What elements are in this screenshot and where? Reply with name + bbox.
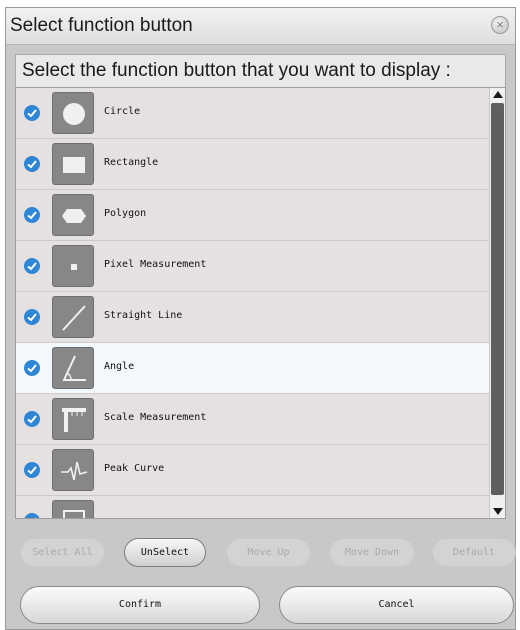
list-item[interactable]: Straight Line [16,292,490,343]
checkmark-icon[interactable] [24,207,40,223]
scroll-up-arrow-icon[interactable] [490,88,505,102]
checkmark-icon[interactable] [24,309,40,325]
checkmark-icon[interactable] [24,462,40,478]
list-item-label: Pixel Measurement [104,259,207,270]
list-item[interactable]: Rectangle [16,139,490,190]
checkmark-icon[interactable] [24,105,40,121]
scroll-down-arrow-icon[interactable] [490,504,505,518]
cancel-button[interactable]: Cancel [279,586,514,624]
list-item-label: Peak Curve [104,463,165,474]
peak-curve-icon [52,449,94,491]
list-item-label: Scale Measurement [104,412,207,423]
list-item[interactable]: Peak Curve [16,445,490,496]
move-down-button[interactable]: Move Down [329,538,415,567]
list-item[interactable]: Scale Measurement [16,394,490,445]
select-function-dialog: Select function button × Select the func… [5,7,516,630]
list-item-label: Angle [104,361,135,372]
title-bar: Select function button × [6,8,515,45]
partial-item-icon [52,500,94,518]
list-item[interactable] [16,496,490,518]
dialog-title: Select function button [10,15,193,36]
function-rows: Circle Rectangle Polygon Pixel Measurement S… [16,88,490,518]
prompt-text: Select the function button that you want… [22,60,451,81]
list-item[interactable]: Circle [16,88,490,139]
list-scrollbar[interactable] [489,88,505,518]
list-item-label: Straight Line [104,310,183,321]
move-up-button[interactable]: Move Up [226,538,311,567]
angle-icon [52,347,94,389]
list-item[interactable]: Angle [16,343,490,394]
scrollbar-thumb[interactable] [491,103,504,495]
prompt-bar: Select the function button that you want… [15,54,506,88]
close-icon[interactable]: × [491,16,509,34]
function-list[interactable]: Circle Rectangle Polygon Pixel Measurement S… [15,87,506,519]
checkmark-icon[interactable] [24,360,40,376]
list-item-label: Circle [104,106,141,117]
checkmark-icon[interactable] [24,156,40,172]
pixel-measurement-icon [52,245,94,287]
circle-icon [52,92,94,134]
list-item[interactable]: Polygon [16,190,490,241]
straight-line-icon [52,296,94,338]
list-item[interactable]: Pixel Measurement [16,241,490,292]
checkmark-icon[interactable] [24,411,40,427]
checkmark-icon[interactable] [24,258,40,274]
polygon-icon [52,194,94,236]
rectangle-icon [52,143,94,185]
list-item-label: Rectangle [104,157,159,168]
scale-measurement-icon [52,398,94,440]
unselect-button[interactable]: UnSelect [124,538,206,567]
checkmark-icon[interactable] [24,513,40,518]
list-item-label: Polygon [104,208,147,219]
confirm-button[interactable]: Confirm [20,586,260,624]
select-all-button[interactable]: Select All [20,538,105,567]
default-button[interactable]: Default [432,538,516,567]
